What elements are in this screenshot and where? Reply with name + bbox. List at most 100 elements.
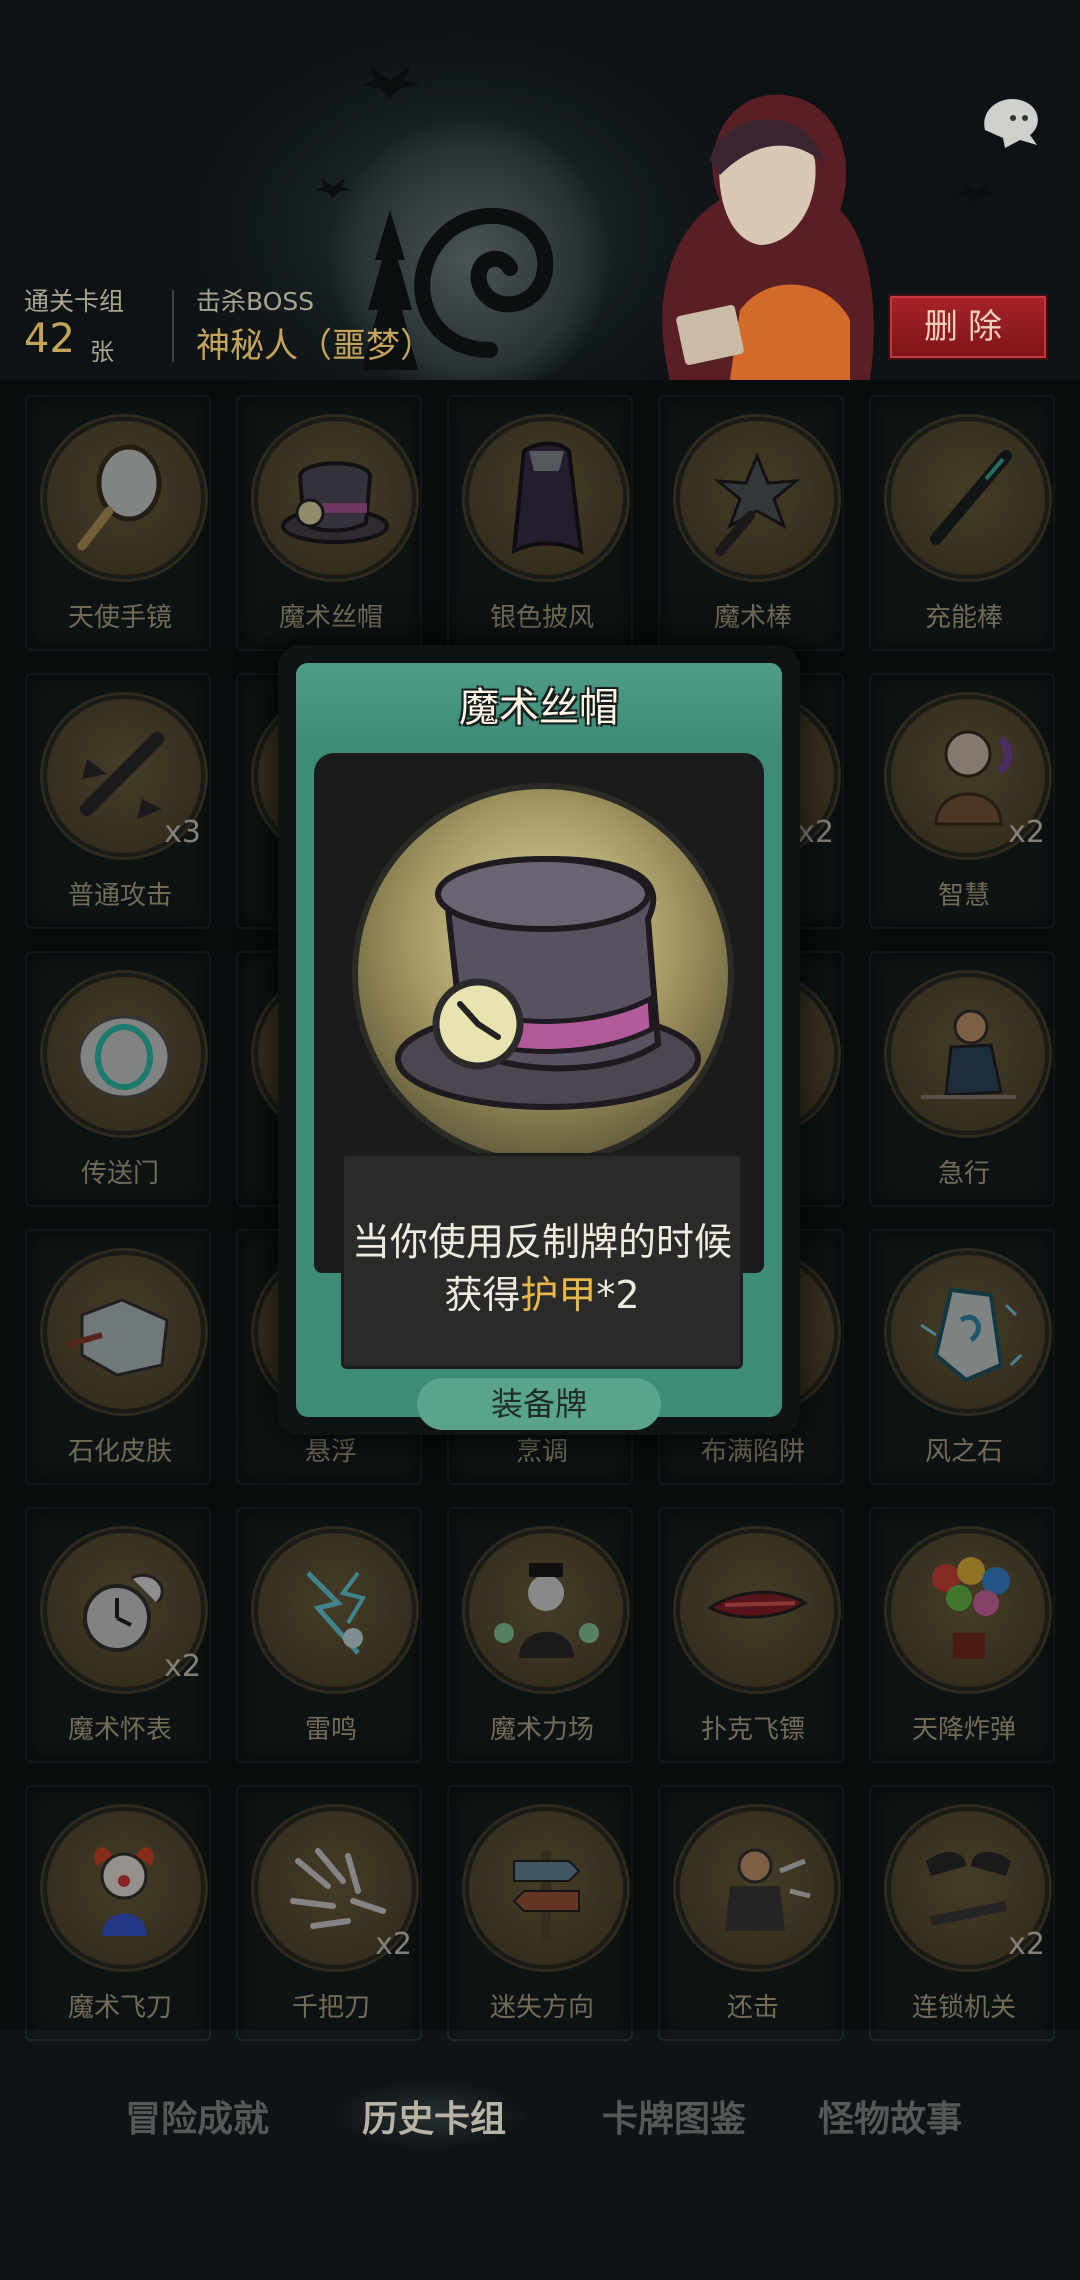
card-name-label: 还击 [726, 1993, 779, 2023]
card-icon-disc [465, 417, 627, 579]
bat-icon [957, 183, 993, 203]
delete-button[interactable]: 删除 [888, 294, 1048, 360]
witch-character-icon [662, 94, 874, 380]
deck-card[interactable]: 充能棒 [869, 395, 1055, 651]
card-icon-disc [465, 1529, 627, 1691]
balloon-bomb-icon [932, 1557, 1010, 1659]
card-icon-disc [676, 1807, 838, 1969]
bat-icon [315, 178, 351, 198]
stone-skin-icon [66, 1298, 169, 1377]
card-count-badge: x2 [375, 1927, 412, 1962]
deck-card[interactable]: 连锁机关 x2 [869, 1785, 1055, 2041]
portal-icon [77, 1015, 171, 1099]
card-name-label: 魔术怀表 [67, 1715, 172, 1745]
magic-field-icon [494, 1563, 599, 1658]
card-name-label: 魔术飞刀 [67, 1993, 172, 2023]
card-name-label: 充能棒 [924, 603, 1003, 633]
tab-adventure-achievements[interactable]: 冒险成就 [125, 2090, 269, 2142]
card-name-label: 天降炸弹 [911, 1715, 1016, 1745]
deck-card[interactable]: 普通攻击 x3 [25, 673, 211, 929]
card-count-badge: x2 [164, 1649, 201, 1684]
dash-icon [921, 1009, 1016, 1099]
bottom-tab-bar: 冒险成就 历史卡组 卡牌图鉴 怪物故事 [0, 2050, 1080, 2170]
deck-card[interactable]: 扑克飞镖 [658, 1507, 844, 1763]
deck-unit: 张 [90, 338, 114, 366]
card-count-badge: x3 [164, 815, 201, 850]
tab-monster-stories[interactable]: 怪物故事 [818, 2090, 962, 2142]
deck-card[interactable]: 魔术丝帽 [236, 395, 422, 651]
clown-knife-icon [94, 1847, 154, 1936]
deck-card[interactable]: 急行 [869, 951, 1055, 1207]
card-name-label: 风之石 [924, 1437, 1003, 1467]
card-name-label: 传送门 [80, 1159, 159, 1189]
header-divider [172, 290, 174, 362]
card-icon-disc [43, 417, 205, 579]
card-name-label: 石化皮肤 [67, 1437, 172, 1467]
desc-prefix: 获得 [444, 1273, 521, 1317]
tab-card-catalog[interactable]: 卡牌图鉴 [602, 2090, 746, 2142]
card-detail-frame: 魔术丝帽 当你使用反制牌的时候 获得护甲*2 装备牌 [296, 663, 782, 1430]
charge-wand-icon [930, 450, 1012, 545]
card-icon-disc [887, 1251, 1049, 1413]
deck-card[interactable]: 还击 [658, 1785, 844, 2041]
card-icon-disc [43, 1251, 205, 1413]
card-name-label: 千把刀 [291, 1993, 370, 2023]
deck-label: 通关卡组 [24, 287, 125, 316]
card-detail-popup[interactable]: 魔术丝帽 当你使用反制牌的时候 获得护甲*2 装备牌 [278, 645, 800, 1435]
counter-icon [725, 1848, 811, 1931]
tab-history-decks[interactable]: 历史卡组 [362, 2090, 506, 2142]
deck-card[interactable]: 传送门 [25, 951, 211, 1207]
deck-card[interactable]: 魔术棒 [658, 395, 844, 651]
card-name-label: 迷失方向 [489, 1993, 594, 2023]
deck-count: 42 [24, 316, 75, 362]
top-hat-icon [395, 856, 701, 1110]
card-icon-disc [887, 417, 1049, 579]
card-name-label: 魔术力场 [489, 1715, 594, 1745]
card-description-line-2: 获得护甲*2 [344, 1264, 740, 1319]
magic-wand-icon [713, 452, 801, 556]
boss-name: 神秘人（噩梦） [196, 326, 434, 366]
card-icon-disc [254, 1529, 416, 1691]
card-icon-disc [465, 1807, 627, 1969]
signpost-icon [512, 1851, 581, 1941]
deck-card[interactable]: 雷鸣 [236, 1507, 422, 1763]
bat-icon [360, 65, 420, 98]
deck-card[interactable]: 迷失方向 [447, 1785, 633, 2041]
deck-card[interactable]: 石化皮肤 [25, 1229, 211, 1485]
card-icon-disc [676, 1529, 838, 1691]
card-count-badge: x2 [1008, 1927, 1045, 1962]
card-count-badge: x2 [797, 815, 834, 850]
deck-card[interactable]: 天使手镜 [25, 395, 211, 651]
card-icon-disc [43, 973, 205, 1135]
card-name-label: 魔术丝帽 [278, 603, 383, 633]
card-icon-disc [254, 417, 416, 579]
deck-card[interactable]: 魔术飞刀 [25, 1785, 211, 2041]
ghost-icon[interactable] [975, 90, 1045, 150]
boss-label: 击杀BOSS [196, 287, 315, 316]
card-icon-disc [887, 1529, 1049, 1691]
armor-keyword: 护甲 [520, 1273, 597, 1317]
top-hat-icon [281, 461, 389, 544]
deck-card[interactable]: 天降炸弹 [869, 1507, 1055, 1763]
card-icon-disc [43, 1807, 205, 1969]
card-name-label: 魔术棒 [713, 603, 792, 633]
header: 通关卡组 42 张 击杀BOSS 神秘人（噩梦） 删除 [0, 0, 1080, 380]
card-type-badge: 装备牌 [417, 1378, 661, 1430]
deck-card[interactable]: 千把刀 x2 [236, 1785, 422, 2041]
thunder-icon [306, 1571, 367, 1655]
card-description-line-1: 当你使用反制牌的时候 [351, 1220, 732, 1264]
card-name-label: 扑克飞镖 [700, 1715, 805, 1745]
wind-stone-icon [920, 1287, 1023, 1383]
desc-suffix: *2 [596, 1273, 640, 1317]
deck-card[interactable]: 风之石 [869, 1229, 1055, 1485]
deck-card[interactable]: 银色披风 [447, 395, 633, 651]
deck-card[interactable]: 魔术力场 [447, 1507, 633, 1763]
card-name-label: 布满陷阱 [700, 1437, 805, 1467]
cloak-icon [511, 441, 584, 555]
card-name-label: 天使手镜 [67, 603, 172, 633]
deck-card[interactable]: 智慧 x2 [869, 673, 1055, 929]
deck-card[interactable]: 魔术怀表 x2 [25, 1507, 211, 1763]
card-name-label: 雷鸣 [304, 1715, 357, 1745]
card-count-badge: x2 [1008, 815, 1045, 850]
card-icon-disc [887, 973, 1049, 1135]
